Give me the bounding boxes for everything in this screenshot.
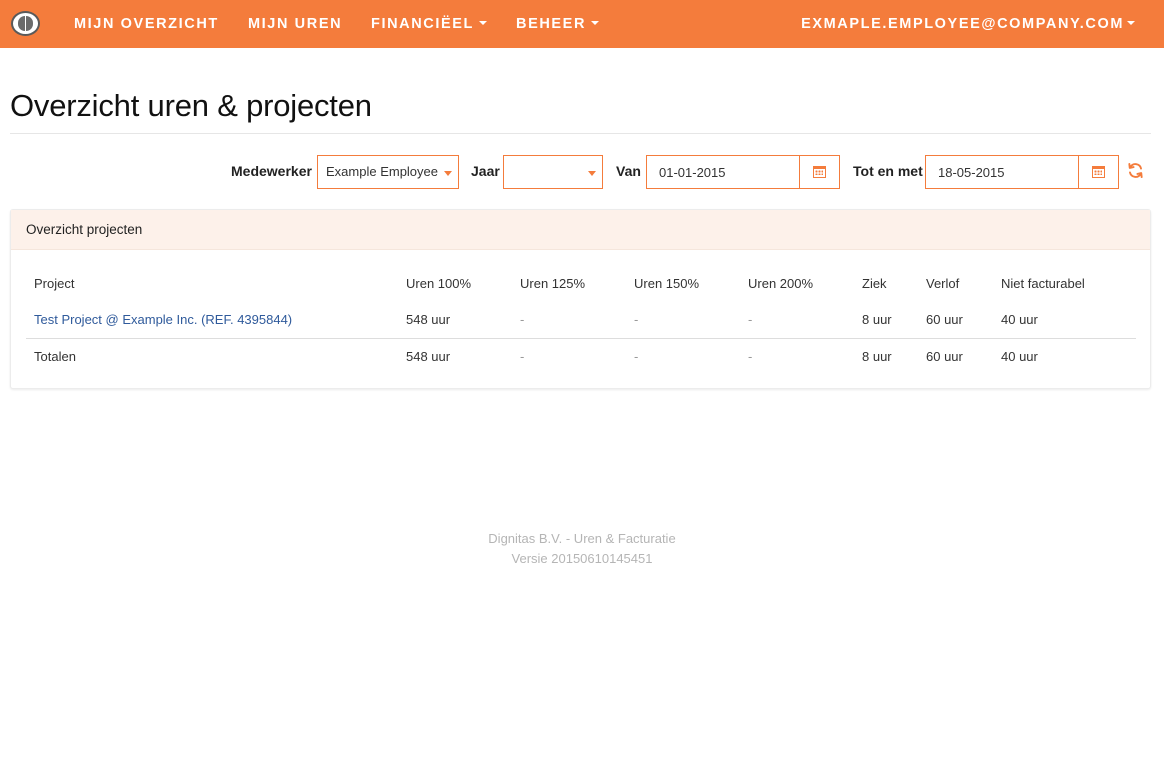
nav-beheer-dropdown[interactable]: BEHEER bbox=[516, 0, 600, 48]
totals-divider bbox=[26, 338, 1136, 339]
from-date-label: Van bbox=[616, 163, 641, 179]
employee-select[interactable]: Example Employee bbox=[317, 155, 459, 189]
to-date-field[interactable]: 18-05-2015 bbox=[925, 155, 1119, 189]
cell-verlof: 60 uur bbox=[926, 312, 963, 327]
total-ziek: 8 uur bbox=[862, 349, 892, 364]
from-date-value: 01-01-2015 bbox=[659, 165, 726, 180]
user-email: EXMAPLE.EMPLOYEE@COMPANY.COM bbox=[801, 16, 1124, 32]
to-date-label: Tot en met bbox=[853, 163, 923, 179]
calendar-icon bbox=[813, 166, 826, 178]
cell-ziek: 8 uur bbox=[862, 312, 892, 327]
nav-mijn-uren[interactable]: MIJN UREN bbox=[248, 0, 342, 48]
to-date-value: 18-05-2015 bbox=[938, 165, 1005, 180]
column-header-niet-facturabel: Niet facturabel bbox=[1001, 276, 1085, 291]
to-date-picker-button[interactable] bbox=[1078, 156, 1118, 188]
caret-down-icon bbox=[588, 171, 596, 176]
nav-financieel-dropdown[interactable]: FINANCIËEL bbox=[371, 0, 487, 48]
caret-down-icon bbox=[1127, 21, 1135, 26]
nav-user-menu[interactable]: EXMAPLE.EMPLOYEE@COMPANY.COM bbox=[801, 0, 1135, 48]
total-uren-100: 548 uur bbox=[406, 349, 451, 364]
cell-uren-125: - bbox=[520, 312, 525, 327]
totals-label: Totalen bbox=[34, 349, 76, 364]
cell-uren-200: - bbox=[748, 312, 753, 327]
column-header-verlof: Verlof bbox=[926, 276, 960, 291]
total-uren-150: - bbox=[634, 349, 639, 364]
cell-uren-100: 548 uur bbox=[406, 312, 451, 327]
column-header-project: Project bbox=[34, 276, 75, 291]
year-select[interactable] bbox=[503, 155, 603, 189]
caret-down-icon bbox=[444, 171, 452, 176]
refresh-icon[interactable] bbox=[1127, 162, 1144, 179]
nav-label: MIJN UREN bbox=[248, 16, 343, 32]
calendar-icon bbox=[1092, 166, 1105, 178]
column-header-uren-200: Uren 200% bbox=[748, 276, 814, 291]
divider bbox=[10, 133, 1151, 134]
caret-down-icon bbox=[591, 21, 600, 26]
nav-mijn-overzicht[interactable]: MIJN OVERZICHT bbox=[74, 0, 219, 48]
panel-heading: Overzicht projecten bbox=[11, 210, 1150, 250]
nav-label: BEHEER bbox=[516, 16, 587, 32]
from-date-field[interactable]: 01-01-2015 bbox=[646, 155, 840, 189]
project-link[interactable]: Test Project @ Example Inc. (REF. 439584… bbox=[34, 312, 292, 327]
column-header-uren-150: Uren 150% bbox=[634, 276, 700, 291]
total-verlof: 60 uur bbox=[926, 349, 963, 364]
nav-label: FINANCIËEL bbox=[371, 16, 474, 32]
app-logo[interactable] bbox=[11, 11, 40, 36]
total-uren-125: - bbox=[520, 349, 525, 364]
footer-version: Versie 20150610145451 bbox=[511, 551, 653, 566]
top-navbar: MIJN OVERZICHT MIJN UREN FINANCIËEL BEHE… bbox=[0, 0, 1164, 48]
employee-label: Medewerker bbox=[231, 163, 312, 179]
cell-niet-facturabel: 40 uur bbox=[1001, 312, 1038, 327]
caret-down-icon bbox=[479, 21, 487, 26]
page-title: Overzicht uren & projecten bbox=[10, 88, 372, 123]
column-header-uren-100: Uren 100% bbox=[406, 276, 472, 291]
projects-panel: Overzicht projecten Project Uren 100% Ur… bbox=[10, 209, 1151, 389]
from-date-picker-button[interactable] bbox=[799, 156, 839, 188]
total-niet-facturabel: 40 uur bbox=[1001, 349, 1038, 364]
column-header-uren-125: Uren 125% bbox=[520, 276, 586, 291]
total-uren-200: - bbox=[748, 349, 753, 364]
panel-title: Overzicht projecten bbox=[26, 222, 143, 237]
employee-select-value: Example Employee bbox=[326, 164, 438, 179]
year-label: Jaar bbox=[471, 163, 500, 179]
nav-label: MIJN OVERZICHT bbox=[74, 16, 219, 32]
column-header-ziek: Ziek bbox=[862, 276, 887, 291]
footer-company: Dignitas B.V. - Uren & Facturatie bbox=[488, 531, 676, 546]
cell-uren-150: - bbox=[634, 312, 639, 327]
